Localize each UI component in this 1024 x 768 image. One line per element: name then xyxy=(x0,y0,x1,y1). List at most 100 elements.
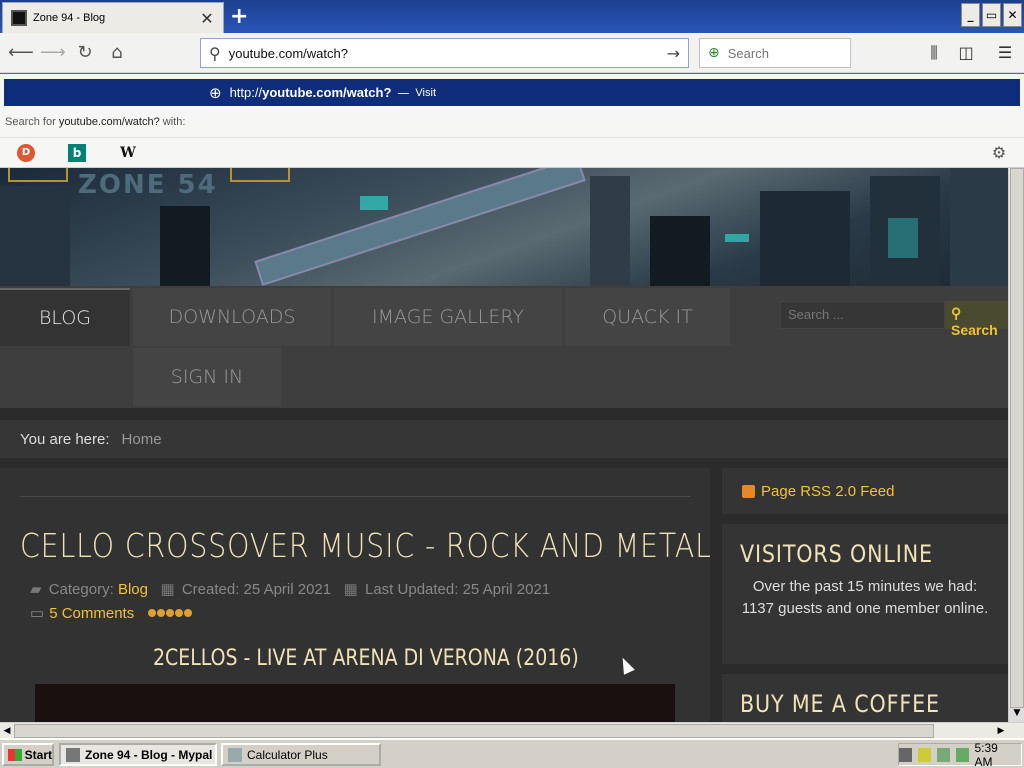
menu-item-sign-in[interactable]: SIGN IN xyxy=(133,348,281,406)
suggestion-visit-label: Visit xyxy=(415,86,437,99)
breadcrumb: You are here: Home xyxy=(0,416,1008,458)
calendar-icon: ▦ xyxy=(160,581,175,598)
rating-stars xyxy=(148,609,193,617)
back-arrow-icon[interactable]: ⟵ xyxy=(8,41,34,65)
os-taskbar: Start Zone 94 - Blog - Mypal Calculator … xyxy=(0,738,1024,768)
globe-icon: ⊕ xyxy=(209,83,222,102)
library-icon[interactable]: ⫼ xyxy=(924,43,944,63)
menu-item-blog[interactable]: BLOG xyxy=(0,288,130,346)
rss-link[interactable]: Page RSS 2.0 Feed xyxy=(761,483,894,500)
site-banner: ZONE 54 xyxy=(0,168,1008,286)
duckduckgo-icon[interactable]: D xyxy=(17,144,35,162)
created-date: Created: 25 April 2021 xyxy=(181,581,332,598)
windows-logo-icon xyxy=(8,748,22,761)
article-subtitle: 2CELLOS - LIVE AT ARENA DI VERONA (2016) xyxy=(153,646,579,671)
folder-icon: ▰ xyxy=(30,581,42,598)
window-controls: _ ▭ ✕ xyxy=(961,3,1022,27)
url-suggestions-dropdown: ⊕ http://youtube.com/watch? — Visit Sear… xyxy=(0,74,1024,168)
reload-icon[interactable]: ↻ xyxy=(73,41,97,65)
article-comments-row: ▭ 5 Comments xyxy=(30,604,193,622)
shield-icon[interactable] xyxy=(917,747,931,762)
rss-feed-box: Page RSS 2.0 Feed xyxy=(722,468,1008,514)
wikipedia-icon[interactable]: W xyxy=(119,144,137,162)
tab-close-icon[interactable]: ✕ xyxy=(199,9,215,28)
taskbar-item-label: Calculator Plus xyxy=(247,747,328,762)
horizontal-scrollbar[interactable]: ◀ ▶ xyxy=(0,722,1024,738)
visitors-title: VISITORS ONLINE xyxy=(740,540,933,568)
comments-link[interactable]: 5 Comments xyxy=(49,605,134,622)
site-logo[interactable]: ZONE 54 xyxy=(78,170,218,200)
comment-icon: ▭ xyxy=(30,605,45,622)
menu-hamburger-icon[interactable]: ☰ xyxy=(995,43,1015,63)
updated-date: Last Updated: 25 April 2021 xyxy=(365,581,551,598)
coffee-title: BUY ME A COFFEE xyxy=(740,690,940,718)
system-tray: 5:39 AM xyxy=(898,740,1022,768)
scroll-right-arrow-icon[interactable]: ▶ xyxy=(994,724,1008,738)
suggestion-dash: — xyxy=(397,85,410,100)
go-arrow-icon[interactable]: → xyxy=(667,44,680,63)
clock: 5:39 AM xyxy=(974,740,998,768)
restore-button[interactable]: ▭ xyxy=(982,3,1001,27)
browser-search-input[interactable] xyxy=(727,45,828,61)
nav-toolbar: ⟵ ⟶ ↻ ⌂ ⚲ → ⊕ ⫼ ◫ ☰ xyxy=(0,33,1024,73)
video-embed[interactable] xyxy=(35,684,675,722)
search-engine-icon: ⊕ xyxy=(708,45,720,61)
search-icon: ⚲ xyxy=(951,305,962,321)
search-for-label: Search for youtube.com/watch? with: xyxy=(5,116,186,128)
home-icon[interactable]: ⌂ xyxy=(105,41,129,65)
horizontal-scroll-thumb[interactable] xyxy=(14,724,934,738)
suggestion-url: http://youtube.com/watch? xyxy=(229,85,392,100)
start-button[interactable]: Start xyxy=(2,743,54,766)
new-tab-button[interactable]: + xyxy=(230,4,248,29)
browser-search-box: ⊕ xyxy=(699,38,851,68)
article-panel: CELLO CROSSOVER MUSIC - ROCK AND METAL ▰… xyxy=(0,468,712,722)
breadcrumb-label: You are here: xyxy=(20,430,110,448)
sidebar-icon[interactable]: ◫ xyxy=(956,43,976,63)
visitors-text: Over the past 15 minutes we had: 1137 gu… xyxy=(741,578,989,617)
calculator-app-icon xyxy=(228,747,242,762)
gear-icon[interactable]: ⚙ xyxy=(990,144,1008,162)
volume-icon[interactable] xyxy=(955,747,969,762)
site-search-button-label: Search xyxy=(951,322,998,338)
vertical-scrollbar[interactable]: ▼ xyxy=(1008,168,1024,722)
menu-item-image-gallery[interactable]: IMAGE GALLERY xyxy=(334,288,562,346)
scroll-left-arrow-icon[interactable]: ◀ xyxy=(0,724,14,738)
search-engines-row: D b W ⚙ xyxy=(0,137,1024,168)
browser-app-icon xyxy=(66,747,80,762)
site-search-input[interactable]: Search ... xyxy=(780,301,945,329)
category-label: Category: xyxy=(48,581,114,598)
start-label: Start xyxy=(24,747,52,762)
minimize-button[interactable]: _ xyxy=(961,3,980,27)
breadcrumb-home-link[interactable]: Home xyxy=(122,431,162,448)
category-link[interactable]: Blog xyxy=(118,581,148,598)
close-window-button[interactable]: ✕ xyxy=(1003,3,1022,27)
search-icon: ⚲ xyxy=(209,43,221,63)
divider xyxy=(20,496,690,497)
keyboard-icon[interactable] xyxy=(899,747,912,762)
site-main-menu: BLOG DOWNLOADS IMAGE GALLERY QUACK IT SI… xyxy=(0,286,1008,408)
article-title[interactable]: CELLO CROSSOVER MUSIC - ROCK AND METAL xyxy=(20,526,712,565)
tab-strip: Zone 94 - Blog ✕ + _ ▭ ✕ xyxy=(0,0,1024,33)
visitors-online-box: VISITORS ONLINE Over the past 15 minutes… xyxy=(722,524,1008,664)
url-input[interactable] xyxy=(228,45,667,61)
rss-icon xyxy=(742,484,755,498)
address-bar: ⚲ → xyxy=(200,38,689,68)
browser-tab[interactable]: Zone 94 - Blog ✕ xyxy=(2,2,224,33)
network-icon[interactable] xyxy=(936,747,950,762)
taskbar-item-label: Zone 94 - Blog - Mypal xyxy=(85,747,213,762)
vertical-scroll-thumb[interactable] xyxy=(1010,168,1024,708)
site-favicon-icon xyxy=(11,10,27,26)
site-search-button[interactable]: ⚲ Search xyxy=(945,301,1008,338)
forward-arrow-icon[interactable]: ⟶ xyxy=(40,41,66,65)
bing-icon[interactable]: b xyxy=(68,144,86,162)
web-page: ZONE 54 BLOG DOWNLOADS IMAGE GALLERY QUA… xyxy=(0,168,1008,722)
taskbar-item-calculator[interactable]: Calculator Plus xyxy=(221,743,381,766)
tab-title: Zone 94 - Blog xyxy=(33,12,106,24)
menu-item-quack-it[interactable]: QUACK IT xyxy=(565,288,730,346)
menu-item-downloads[interactable]: DOWNLOADS xyxy=(133,288,331,346)
taskbar-item-browser[interactable]: Zone 94 - Blog - Mypal xyxy=(59,743,217,766)
calendar-edit-icon: ▦ xyxy=(343,581,358,598)
scroll-down-arrow-icon[interactable]: ▼ xyxy=(1009,708,1024,722)
suggestion-visit-row[interactable]: ⊕ http://youtube.com/watch? — Visit xyxy=(4,79,1020,106)
article-meta: ▰ Category: Blog ▦ Created: 25 April 202… xyxy=(30,580,550,598)
